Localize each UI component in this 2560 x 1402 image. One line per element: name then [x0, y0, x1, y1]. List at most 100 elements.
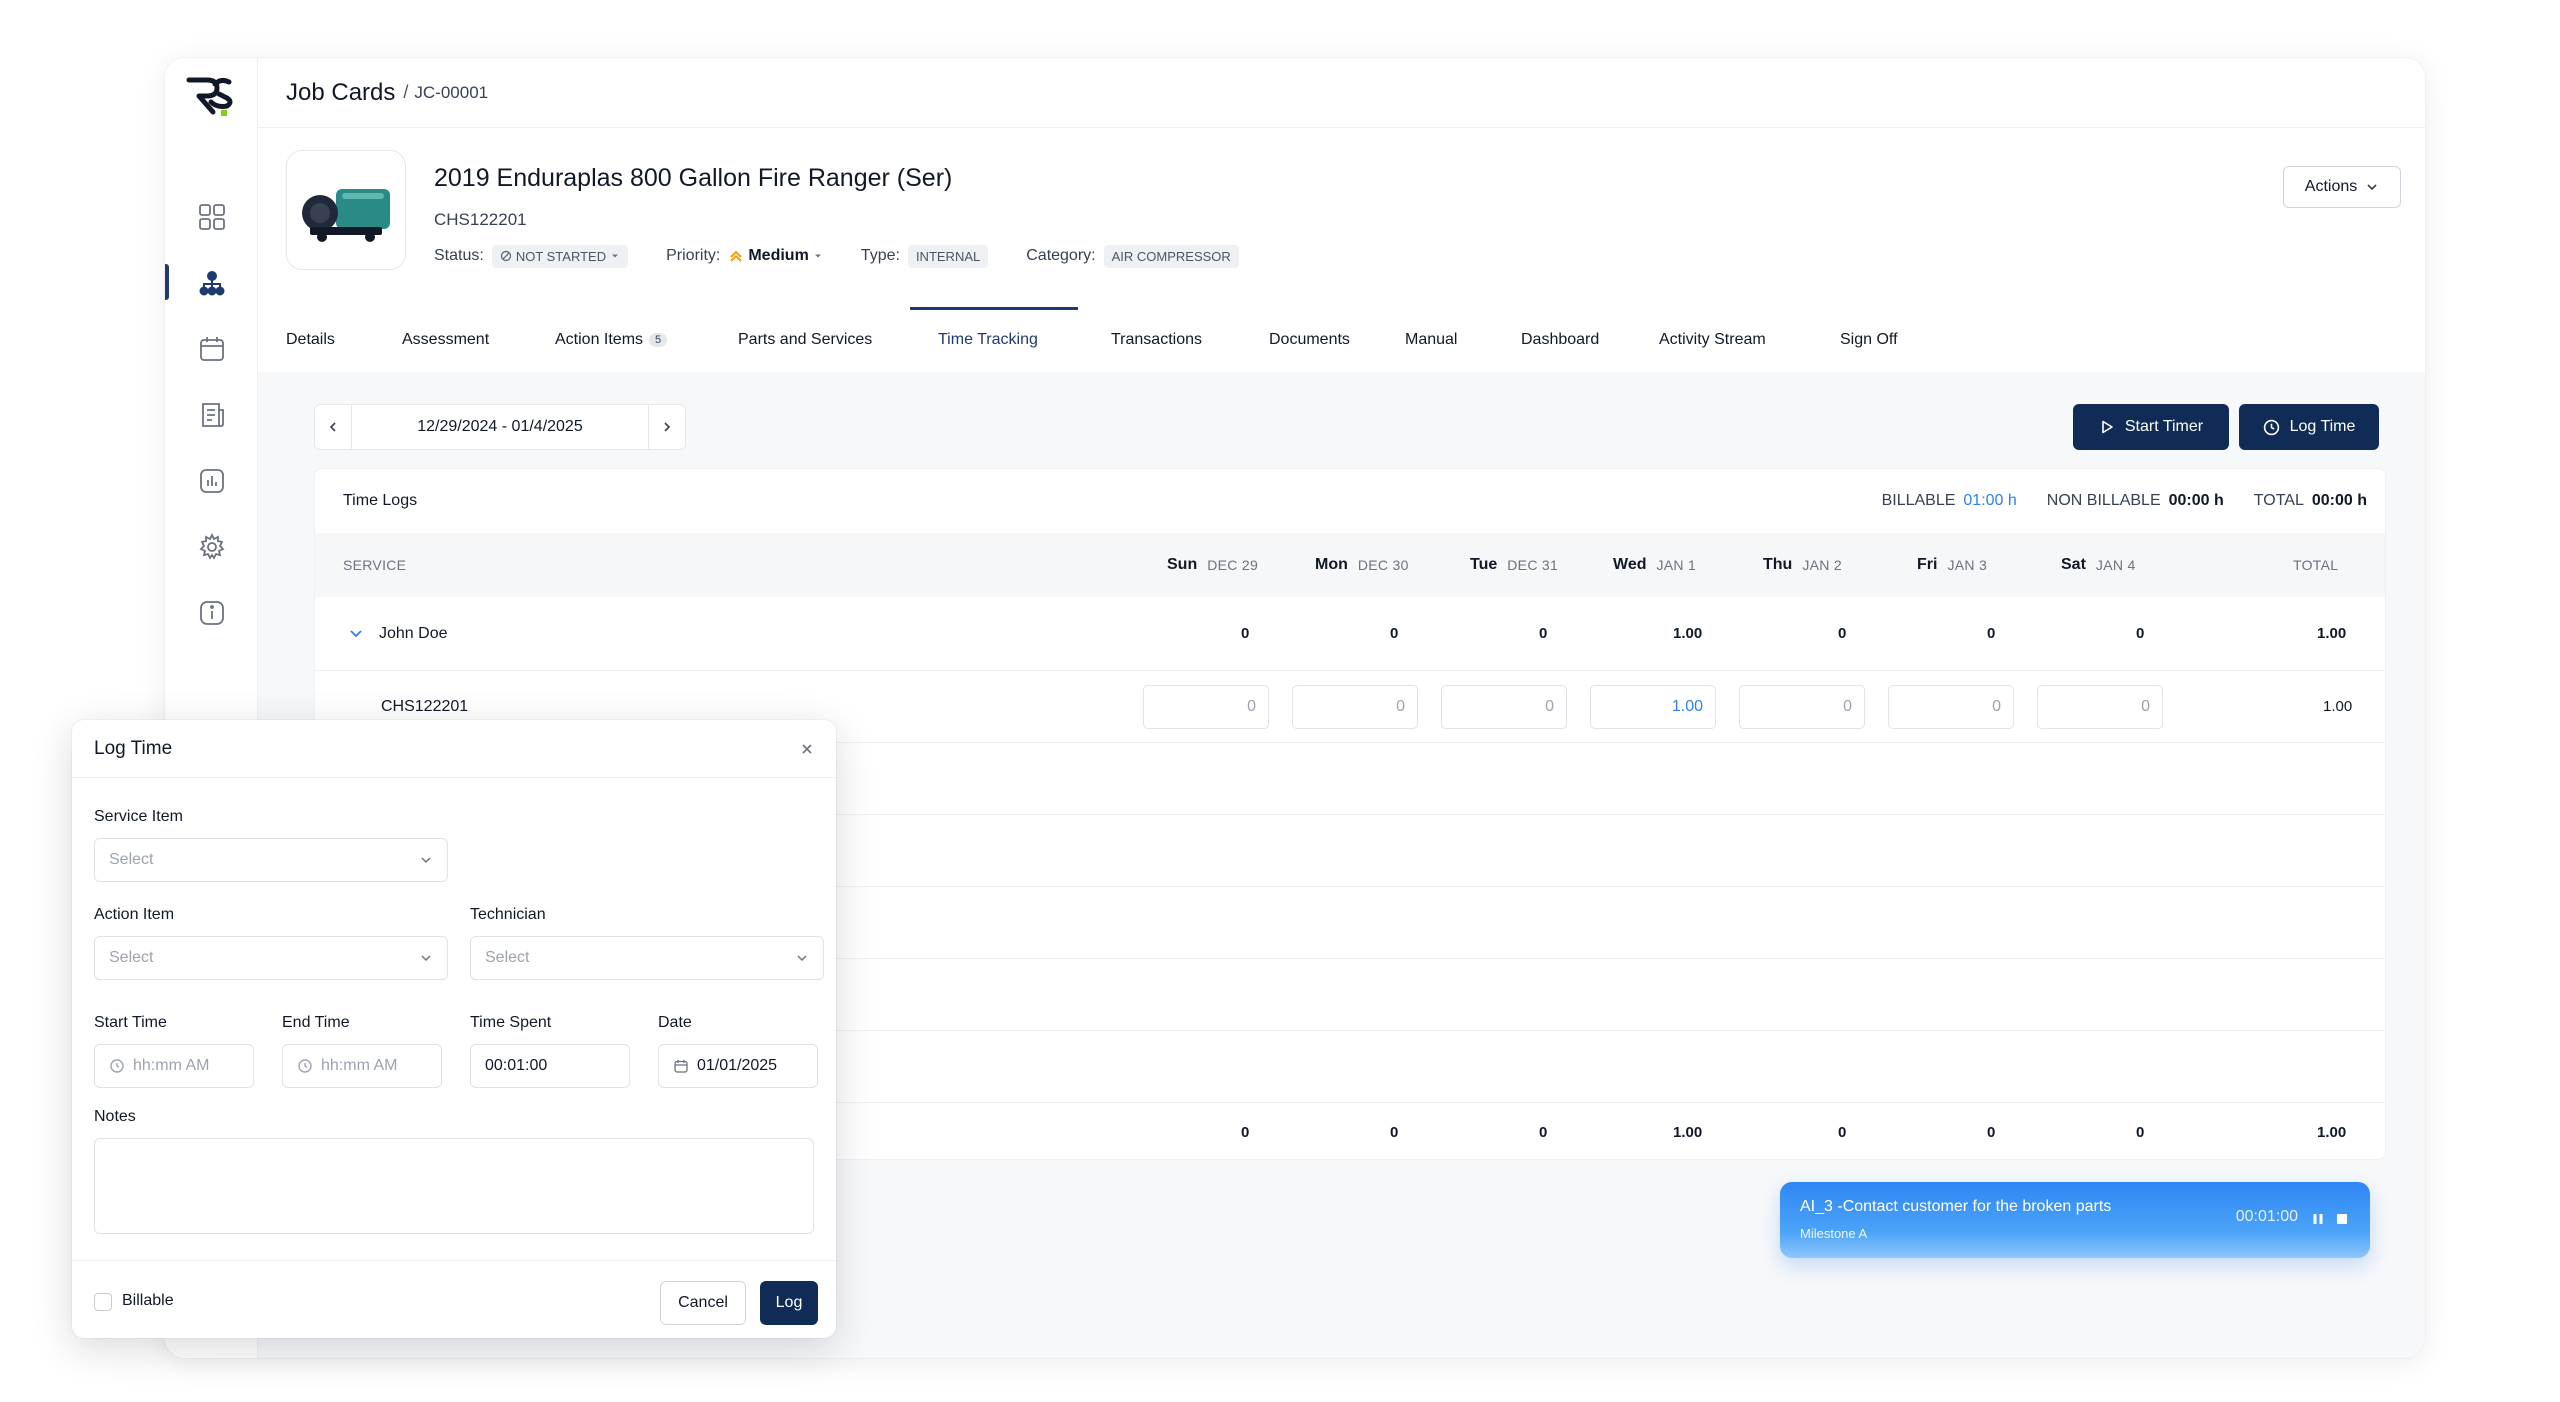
timer-elapsed: 00:01:00 [2235, 1208, 2298, 1225]
calendar-icon [674, 1060, 688, 1073]
footer-total: 1.00 [2317, 1123, 2347, 1141]
date-range[interactable]: 12/29/2024 - 01/4/2025 [351, 405, 649, 449]
nav-reports[interactable] [165, 456, 258, 506]
entry-input-sat[interactable]: 0 [2037, 685, 2163, 729]
chevron-down-icon [421, 857, 431, 864]
calendar-icon [199, 337, 224, 361]
footer-sun: 0 [1241, 1123, 1250, 1141]
nav-settings[interactable] [165, 522, 258, 572]
log-time-button[interactable]: Log Time [2239, 404, 2379, 450]
column-service: SERVICE [343, 557, 407, 573]
technician-select[interactable]: Select [470, 936, 824, 980]
category-value: AIR COMPRESSOR [1103, 244, 1239, 268]
nav-documents[interactable] [165, 390, 258, 440]
end-time-input[interactable]: hh:mm AM [282, 1044, 442, 1088]
start-time-input[interactable]: hh:mm AM [94, 1044, 254, 1088]
billable-checkbox[interactable] [94, 1293, 112, 1311]
tab-activity-stream[interactable]: Activity Stream [1659, 308, 1766, 372]
modal-header: Log Time [72, 720, 836, 778]
tab-manual[interactable]: Manual [1405, 308, 1457, 372]
actions-label: Actions [2304, 178, 2358, 195]
pause-icon [2313, 1214, 2323, 1224]
time-spent-label: Time Spent [470, 1014, 552, 1031]
tab-transactions[interactable]: Transactions [1111, 308, 1202, 372]
status-dropdown[interactable]: NOT STARTED [491, 244, 629, 268]
document-icon [201, 403, 224, 427]
asset-meta-row: Status: NOT STARTED Priority: Medium Typ… [434, 242, 1239, 270]
nav-dashboard[interactable] [165, 192, 258, 242]
asset-serial: CHS122201 [434, 210, 527, 229]
clock-icon [298, 1059, 312, 1073]
log-time-modal: Log Time Service Item Select Action Item… [72, 720, 836, 1338]
group-expand[interactable]: John Doe [347, 597, 448, 670]
tab-assessment[interactable]: Assessment [402, 308, 489, 372]
table-row-group[interactable]: John Doe 0 0 0 1.00 0 0 0 1.00 [315, 597, 2385, 671]
tab-time-tracking[interactable]: Time Tracking [938, 308, 1038, 372]
next-week-button[interactable] [649, 405, 685, 449]
nav-info[interactable] [165, 588, 258, 638]
group-wed: 1.00 [1673, 625, 1703, 642]
log-button[interactable]: Log [760, 1281, 818, 1325]
action-items-count-badge: 5 [649, 333, 668, 347]
footer-sat: 0 [2136, 1123, 2145, 1141]
running-timer-chip[interactable]: AI_3 -Contact customer for the broken pa… [1780, 1182, 2370, 1258]
app-logo[interactable] [183, 72, 235, 118]
tab-documents[interactable]: Documents [1269, 308, 1350, 372]
actions-button[interactable]: Actions [2283, 166, 2401, 208]
category-label: Category: [1026, 247, 1096, 264]
notes-textarea[interactable] [94, 1138, 814, 1234]
column-mon: Mon DEC 30 [1315, 556, 1409, 573]
action-item-label: Action Item [94, 906, 175, 923]
tab-details[interactable]: Details [286, 308, 335, 372]
entry-input-fri[interactable]: 0 [1888, 685, 2014, 729]
pause-timer-button[interactable] [2310, 1211, 2326, 1227]
entry-input-mon[interactable]: 0 [1292, 685, 1418, 729]
status-label: Status: [434, 247, 484, 264]
time-spent-input[interactable]: 00:01:00 [470, 1044, 630, 1088]
footer-thu: 0 [1838, 1123, 1847, 1141]
service-item-label: Service Item [94, 808, 183, 825]
service-item-select[interactable]: Select [94, 838, 448, 882]
tab-action-items[interactable]: Action Items 5 [555, 308, 668, 372]
stop-icon [2337, 1214, 2347, 1224]
nav-job-cards[interactable] [165, 258, 258, 308]
entry-input-wed[interactable]: 1.00 [1590, 685, 1716, 729]
tab-parts-and-services[interactable]: Parts and Services [738, 308, 872, 372]
clock-icon [2263, 419, 2279, 435]
chevron-down-icon [797, 955, 807, 962]
stop-timer-button[interactable] [2334, 1211, 2350, 1227]
entry-input-sun[interactable]: 0 [1143, 685, 1269, 729]
technician-label: Technician [470, 906, 546, 923]
priority-value: Medium [748, 247, 809, 264]
modal-title: Log Time [94, 737, 173, 759]
close-modal-button[interactable] [798, 740, 816, 758]
chevron-down-icon [421, 955, 431, 962]
date-range-navigator: 12/29/2024 - 01/4/2025 [314, 404, 686, 450]
entry-input-tue[interactable]: 0 [1441, 685, 1567, 729]
action-item-select[interactable]: Select [94, 936, 448, 980]
cancel-button[interactable]: Cancel [660, 1281, 746, 1325]
billable-total: BILLABLE 01:00 h [1881, 492, 2017, 509]
hierarchy-icon [199, 271, 224, 296]
group-tue: 0 [1539, 625, 1548, 642]
tab-sign-off[interactable]: Sign Off [1840, 308, 1898, 372]
billable-label: Billable [122, 1292, 174, 1309]
settings-icon [198, 532, 225, 560]
group-mon: 0 [1390, 625, 1399, 642]
priority-chevrons-icon [730, 250, 743, 262]
clock-icon [110, 1059, 124, 1073]
asset-title: 2019 Enduraplas 800 Gallon Fire Ranger (… [434, 164, 953, 192]
priority-dropdown[interactable]: Medium [728, 247, 822, 265]
tab-dashboard[interactable]: Dashboard [1521, 308, 1599, 372]
asset-thumbnail [286, 150, 406, 270]
previous-week-button[interactable] [315, 405, 351, 449]
nav-calendar[interactable] [165, 324, 258, 374]
start-timer-button[interactable]: Start Timer [2073, 404, 2229, 450]
tab-bar: Details Assessment Action Items 5 Parts a… [258, 307, 2425, 372]
time-logs-header: Time Logs BILLABLE 01:00 h NON BILLABLE 00… [315, 469, 2385, 533]
equipment-image [302, 189, 390, 242]
chevron-left-icon [329, 422, 336, 432]
entry-input-thu[interactable]: 0 [1739, 685, 1865, 729]
date-input[interactable]: 01/01/2025 [658, 1044, 818, 1088]
chevron-down-icon [2367, 184, 2377, 191]
